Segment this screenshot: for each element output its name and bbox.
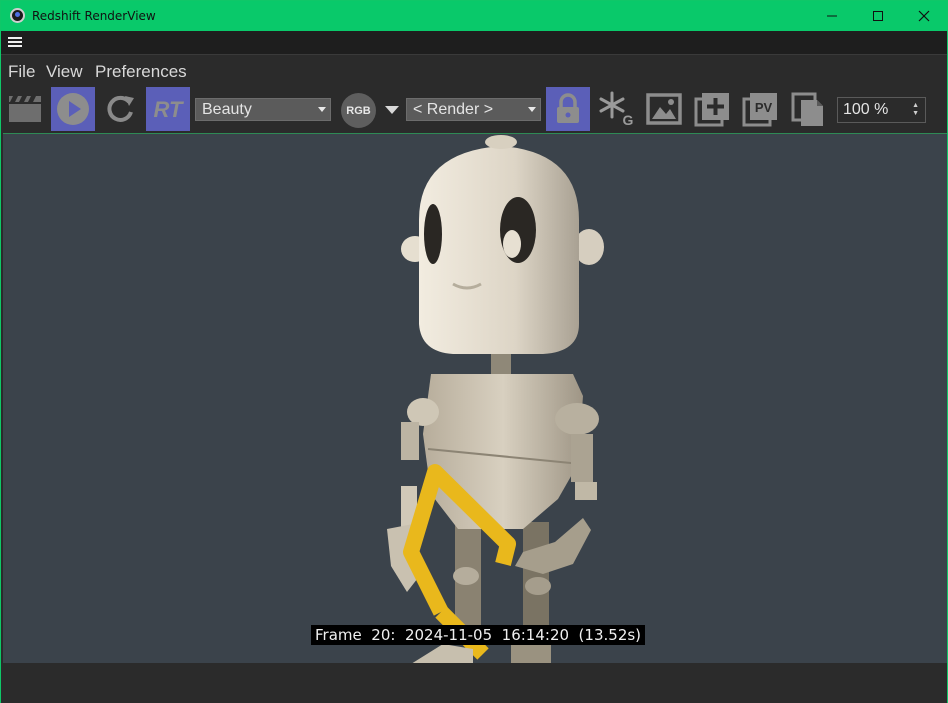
title-bar[interactable]: Redshift RenderView bbox=[1, 1, 947, 31]
play-icon bbox=[57, 93, 89, 125]
rgb-channel-button[interactable]: RGB bbox=[341, 93, 376, 128]
rt-button[interactable]: RT bbox=[146, 87, 190, 131]
rgb-label: RGB bbox=[346, 104, 371, 117]
hamburger-menu-icon[interactable] bbox=[8, 37, 22, 48]
menu-bar: File View Preferences bbox=[1, 56, 947, 86]
chevron-down-icon bbox=[318, 107, 326, 112]
channel-dropdown-icon[interactable] bbox=[385, 106, 399, 114]
zoom-value: 100 % bbox=[843, 101, 889, 118]
spin-arrows-icon[interactable]: ▲ ▼ bbox=[912, 102, 919, 118]
menu-preferences[interactable]: Preferences bbox=[95, 62, 187, 82]
refresh-icon bbox=[107, 95, 134, 122]
renderview-window: Redshift RenderView File View Preference… bbox=[0, 0, 948, 703]
render-select[interactable]: < Render > bbox=[406, 98, 541, 121]
maximize-button[interactable] bbox=[855, 1, 901, 31]
render-select-value: < Render > bbox=[413, 101, 494, 118]
render-sequence-button[interactable] bbox=[3, 87, 47, 131]
svg-text:G: G bbox=[623, 112, 634, 128]
minimize-button[interactable] bbox=[809, 1, 855, 31]
close-button[interactable] bbox=[901, 1, 947, 31]
lock-icon bbox=[557, 93, 579, 123]
freeze-geometry-button[interactable]: G bbox=[595, 87, 639, 131]
lock-button[interactable] bbox=[546, 87, 590, 131]
status-bar bbox=[1, 663, 947, 703]
cinema4d-app-icon bbox=[10, 8, 25, 23]
render-viewport[interactable]: Frame 20: 2024-11-05 16:14:20 (13.52s) bbox=[3, 133, 947, 663]
svg-text:RT: RT bbox=[154, 97, 184, 122]
rendered-robot-image bbox=[387, 135, 604, 663]
window-title: Redshift RenderView bbox=[32, 9, 156, 23]
aov-select-value: Beauty bbox=[202, 101, 252, 118]
maximize-icon bbox=[873, 11, 883, 21]
menu-view[interactable]: View bbox=[46, 62, 83, 82]
chevron-down-icon bbox=[528, 107, 536, 112]
image-button[interactable] bbox=[642, 87, 686, 131]
copy-button[interactable] bbox=[786, 87, 830, 131]
clapperboard-icon bbox=[9, 96, 41, 122]
toolbar: RT Beauty RGB < Render > G PV 100 % ▲ ▼ bbox=[1, 86, 947, 133]
add-snapshot-button[interactable] bbox=[690, 87, 734, 131]
start-render-button[interactable] bbox=[51, 87, 95, 131]
svg-text:PV: PV bbox=[755, 100, 773, 115]
refresh-button[interactable] bbox=[98, 87, 142, 131]
frame-info-label: Frame 20: 2024-11-05 16:14:20 (13.52s) bbox=[311, 625, 646, 645]
rt-icon: RT bbox=[154, 97, 184, 122]
zoom-input[interactable]: 100 % ▲ ▼ bbox=[837, 97, 926, 123]
image-icon bbox=[646, 93, 682, 125]
panel-header bbox=[1, 31, 947, 55]
menu-file[interactable]: File bbox=[8, 62, 35, 82]
snowflake-g-icon: G bbox=[599, 91, 634, 128]
picture-viewer-button[interactable]: PV bbox=[738, 87, 782, 131]
minimize-icon bbox=[827, 15, 837, 17]
close-icon bbox=[918, 10, 930, 22]
aov-select[interactable]: Beauty bbox=[195, 98, 331, 121]
add-snapshot-icon bbox=[694, 93, 729, 127]
pv-icon: PV bbox=[742, 93, 777, 127]
copy-icon bbox=[791, 92, 823, 126]
